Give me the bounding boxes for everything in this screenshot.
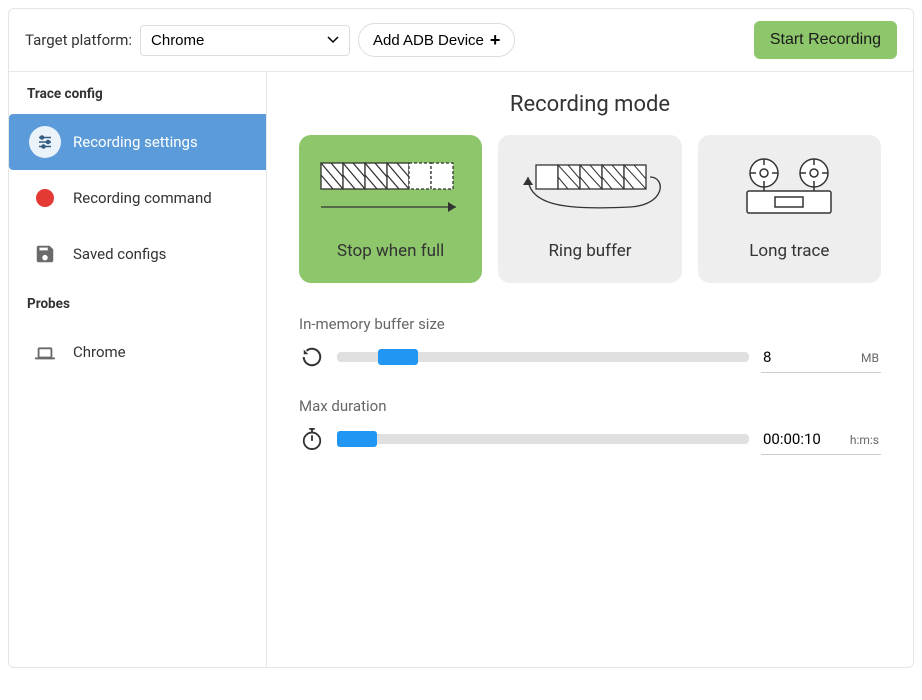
probes-heading: Probes <box>9 282 266 324</box>
buffer-size-group: In-memory buffer size 8 MB <box>299 315 881 373</box>
card-label: Stop when full <box>337 241 444 261</box>
max-duration-input[interactable]: 00:00:10 h:m:s <box>761 424 881 455</box>
add-adb-device-button[interactable]: Add ADB Device + <box>358 23 515 57</box>
start-recording-button[interactable]: Start Recording <box>754 21 897 59</box>
buffer-size-input[interactable]: 8 MB <box>761 342 881 373</box>
card-long-trace[interactable]: Long trace <box>698 135 881 283</box>
target-platform-select[interactable]: Chrome <box>140 25 350 56</box>
ring-buffer-illustration-icon <box>510 153 670 223</box>
sidebar-item-recording-settings[interactable]: Recording settings <box>9 114 266 170</box>
sidebar-item-label: Recording settings <box>73 133 198 151</box>
sidebar-item-label: Chrome <box>73 343 126 361</box>
sidebar-item-chrome[interactable]: Chrome <box>9 324 266 380</box>
add-adb-device-label: Add ADB Device <box>373 32 484 49</box>
target-platform-label: Target platform: <box>25 31 132 49</box>
slider-thumb[interactable] <box>378 349 418 365</box>
long-trace-illustration-icon <box>719 153 859 223</box>
top-toolbar: Target platform: Chrome Add ADB Device +… <box>9 9 913 72</box>
stopwatch-icon[interactable] <box>299 423 325 455</box>
buffer-size-unit: MB <box>861 351 879 365</box>
laptop-icon <box>29 336 61 368</box>
sidebar-item-recording-command[interactable]: Recording command <box>9 170 266 226</box>
card-label: Ring buffer <box>548 241 631 261</box>
trace-config-heading: Trace config <box>9 72 266 114</box>
max-duration-slider[interactable] <box>337 434 749 444</box>
sidebar-item-saved-configs[interactable]: Saved configs <box>9 226 266 282</box>
buffer-size-label: In-memory buffer size <box>299 315 881 333</box>
record-icon <box>29 182 61 214</box>
main-panel: Recording mode <box>267 72 913 667</box>
recording-mode-cards: Stop when full <box>299 135 881 283</box>
sliders-icon <box>29 126 61 158</box>
max-duration-group: Max duration 00:00:10 <box>299 397 881 455</box>
max-duration-unit: h:m:s <box>850 433 879 447</box>
save-icon <box>29 238 61 270</box>
sidebar: Trace config Recording settings Recordin… <box>9 72 267 667</box>
max-duration-value: 00:00:10 <box>763 430 821 448</box>
slider-thumb[interactable] <box>337 431 377 447</box>
buffer-size-slider[interactable] <box>337 352 749 362</box>
buffer-size-value: 8 <box>763 348 771 366</box>
sidebar-item-label: Saved configs <box>73 245 166 263</box>
stop-full-illustration-icon <box>311 153 471 223</box>
sidebar-item-label: Recording command <box>73 189 212 207</box>
card-stop-when-full[interactable]: Stop when full <box>299 135 482 283</box>
reset-icon[interactable] <box>299 341 325 373</box>
max-duration-label: Max duration <box>299 397 881 415</box>
plus-icon: + <box>490 31 501 49</box>
card-ring-buffer[interactable]: Ring buffer <box>498 135 681 283</box>
recording-mode-title: Recording mode <box>299 92 881 117</box>
card-label: Long trace <box>749 241 829 261</box>
